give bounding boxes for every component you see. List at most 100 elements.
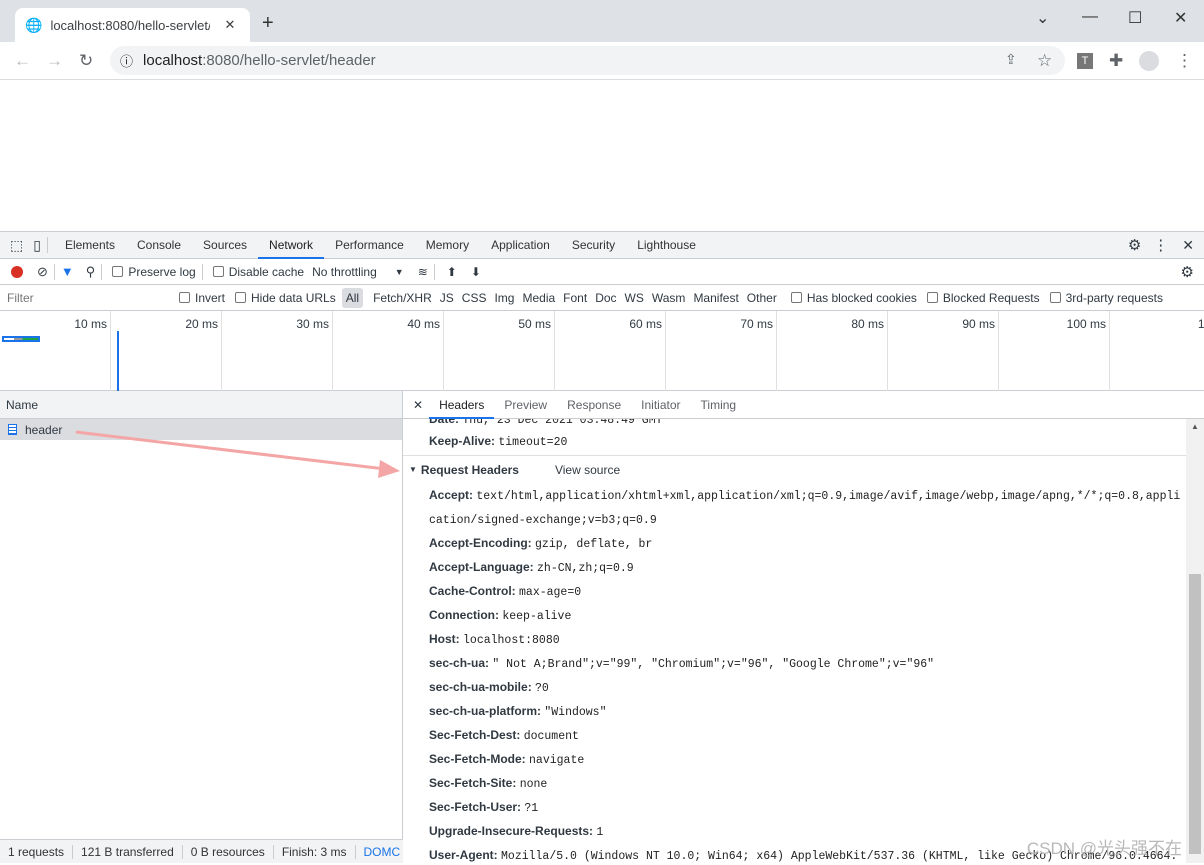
header-name: Upgrade-Insecure-Requests:	[429, 824, 594, 838]
invert-checkbox[interactable]	[179, 292, 190, 303]
inspect-icon[interactable]: ⬚	[10, 237, 23, 254]
filter-type-manifest[interactable]: Manifest	[689, 288, 742, 308]
tab-performance[interactable]: Performance	[324, 232, 415, 259]
filter-type-doc[interactable]: Doc	[591, 288, 620, 308]
header-value: ?0	[535, 682, 549, 695]
tab-sources[interactable]: Sources	[192, 232, 258, 259]
more-icon[interactable]: ⋮	[1153, 236, 1168, 254]
timeline-tick: 90 ms	[888, 311, 999, 391]
request-header: Sec-Fetch-Mode: navigate	[429, 748, 1184, 772]
tab-lighthouse[interactable]: Lighthouse	[626, 232, 707, 259]
filter-type-js[interactable]: JS	[436, 288, 458, 308]
tab-headers[interactable]: Headers	[429, 391, 495, 419]
tab-network[interactable]: Network	[258, 232, 325, 259]
reload-icon[interactable]: ↻	[79, 51, 93, 71]
header-value: "Windows"	[544, 706, 607, 719]
status-item: 121 B transferred	[73, 844, 183, 859]
header-value: gzip, deflate, br	[535, 538, 653, 551]
record-icon[interactable]	[11, 265, 23, 278]
tab-application[interactable]: Application	[480, 232, 561, 259]
close-details-icon[interactable]: ✕	[413, 398, 423, 412]
back-icon[interactable]: ←	[14, 51, 31, 71]
request-header: sec-ch-ua-mobile: ?0	[429, 676, 1184, 700]
export-har-icon[interactable]: ⬇	[471, 265, 481, 279]
expand-triangle-icon[interactable]: ▼	[409, 459, 417, 481]
view-source-link[interactable]: View source	[555, 459, 620, 481]
omnibox[interactable]: ⓘ localhost:8080/hello-servlet/header	[110, 46, 1065, 75]
scroll-up-icon[interactable]: ▲	[1191, 422, 1199, 431]
hide-data-urls-checkbox[interactable]	[235, 292, 247, 303]
tab-security[interactable]: Security	[561, 232, 626, 259]
request-header: sec-ch-ua-platform: "Windows"	[429, 700, 1184, 724]
network-settings-icon[interactable]: ⚙	[1181, 263, 1194, 281]
request-headers-section-header[interactable]: ▼ Request Headers View source	[409, 459, 620, 481]
import-har-icon[interactable]: ⬆	[447, 265, 457, 279]
search-icon[interactable]: ⚲	[86, 264, 96, 280]
settings-icon[interactable]: ⚙	[1128, 236, 1141, 254]
scrollbar[interactable]: ▲	[1186, 419, 1204, 863]
filter-icon[interactable]: ▼	[61, 264, 74, 279]
minimize-icon[interactable]: —	[1082, 8, 1098, 26]
filter-type-img[interactable]: Img	[490, 288, 518, 308]
extension-t-icon[interactable]: T	[1077, 53, 1093, 69]
tab-memory[interactable]: Memory	[415, 232, 480, 259]
scrollbar-thumb[interactable]	[1189, 574, 1201, 854]
close-devtools-icon[interactable]: ✕	[1182, 237, 1194, 254]
resource-type-filters: All Fetch/XHR JS CSS Img Media Font Doc WS Wasm Ma…	[341, 287, 781, 308]
blocked-requests-label: Blocked Requests	[942, 290, 1040, 305]
tab-console[interactable]: Console	[126, 232, 192, 259]
header-value: zh-CN,zh;q=0.9	[537, 562, 634, 575]
blocked-requests-checkbox[interactable]	[926, 292, 938, 303]
header-name: User-Agent:	[429, 848, 498, 862]
network-conditions-icon[interactable]: ≋	[418, 265, 428, 279]
filter-type-media[interactable]: Media	[518, 288, 559, 308]
dropdown-arrow-icon[interactable]: ▼	[395, 267, 404, 277]
avatar[interactable]	[1139, 51, 1159, 71]
tab-response[interactable]: Response	[557, 391, 631, 419]
tab-preview[interactable]: Preview	[494, 391, 557, 419]
star-icon[interactable]: ☆	[1037, 51, 1052, 71]
header-name: Sec-Fetch-Site:	[429, 776, 517, 790]
tab-timing[interactable]: Timing	[691, 391, 747, 419]
has-blocked-cookies-checkbox[interactable]	[790, 292, 802, 303]
browser-tab[interactable]: 🌐 localhost:8080/hello-servlet/header ✕	[15, 8, 250, 42]
third-party-label: 3rd-party requests	[1065, 290, 1163, 305]
tab-elements[interactable]: Elements	[54, 232, 126, 259]
maximize-icon[interactable]: ☐	[1128, 8, 1142, 28]
tab-initiator[interactable]: Initiator	[631, 391, 690, 419]
throttling-select[interactable]: No throttling	[312, 265, 377, 279]
disable-cache-checkbox[interactable]	[212, 266, 224, 277]
timeline-tick: 40 ms	[333, 311, 444, 391]
request-header: Connection: keep-alive	[429, 604, 1184, 628]
close-tab-icon[interactable]: ✕	[224, 17, 235, 33]
request-row[interactable]: header	[0, 419, 402, 440]
forward-icon[interactable]: →	[46, 51, 63, 71]
filter-type-ws[interactable]: WS	[621, 288, 648, 308]
new-tab-icon[interactable]: +	[262, 12, 274, 35]
filter-type-all[interactable]: All	[341, 287, 364, 308]
clear-icon[interactable]: ⊘	[37, 264, 48, 280]
close-window-icon[interactable]: ✕	[1174, 8, 1187, 28]
more-icon[interactable]: ⋮	[1176, 51, 1193, 71]
filter-type-wasm[interactable]: Wasm	[648, 288, 690, 308]
filter-bar: Invert Hide data URLs AllFetch/XHRJSCSSI…	[0, 285, 1204, 311]
watermark: CSDN @光头强不在	[1026, 839, 1182, 858]
preserve-log-checkbox[interactable]	[112, 266, 124, 277]
section-divider	[403, 455, 1186, 456]
device-icon[interactable]: ▯	[33, 237, 41, 254]
network-overview-timeline[interactable]: 10 ms 20 ms 30 ms 40 ms 50 ms 60 ms 70 ms 80 ms…	[0, 311, 1204, 391]
share-icon[interactable]: ⇪	[1005, 51, 1017, 68]
puzzle-icon[interactable]: ✚	[1109, 51, 1123, 71]
filter-type-font[interactable]: Font	[559, 288, 591, 308]
filter-input[interactable]	[4, 287, 169, 308]
chevron-down-icon[interactable]: ⌄	[1036, 8, 1049, 28]
filter-type-other[interactable]: Other	[743, 288, 781, 308]
request-header: Accept-Encoding: gzip, deflate, br	[429, 532, 1184, 556]
name-column-header[interactable]: Name	[0, 391, 402, 419]
network-toolbar: ⊘ ▼ ⚲ Preserve log Disable cache No thro…	[0, 259, 1204, 285]
filter-type-css[interactable]: CSS	[458, 288, 491, 308]
status-item[interactable]: DOMC	[356, 845, 404, 859]
third-party-checkbox[interactable]	[1049, 292, 1061, 303]
status-item: Finish: 3 ms	[274, 844, 356, 859]
filter-type-fetch-xhr[interactable]: Fetch/XHR	[369, 288, 436, 308]
